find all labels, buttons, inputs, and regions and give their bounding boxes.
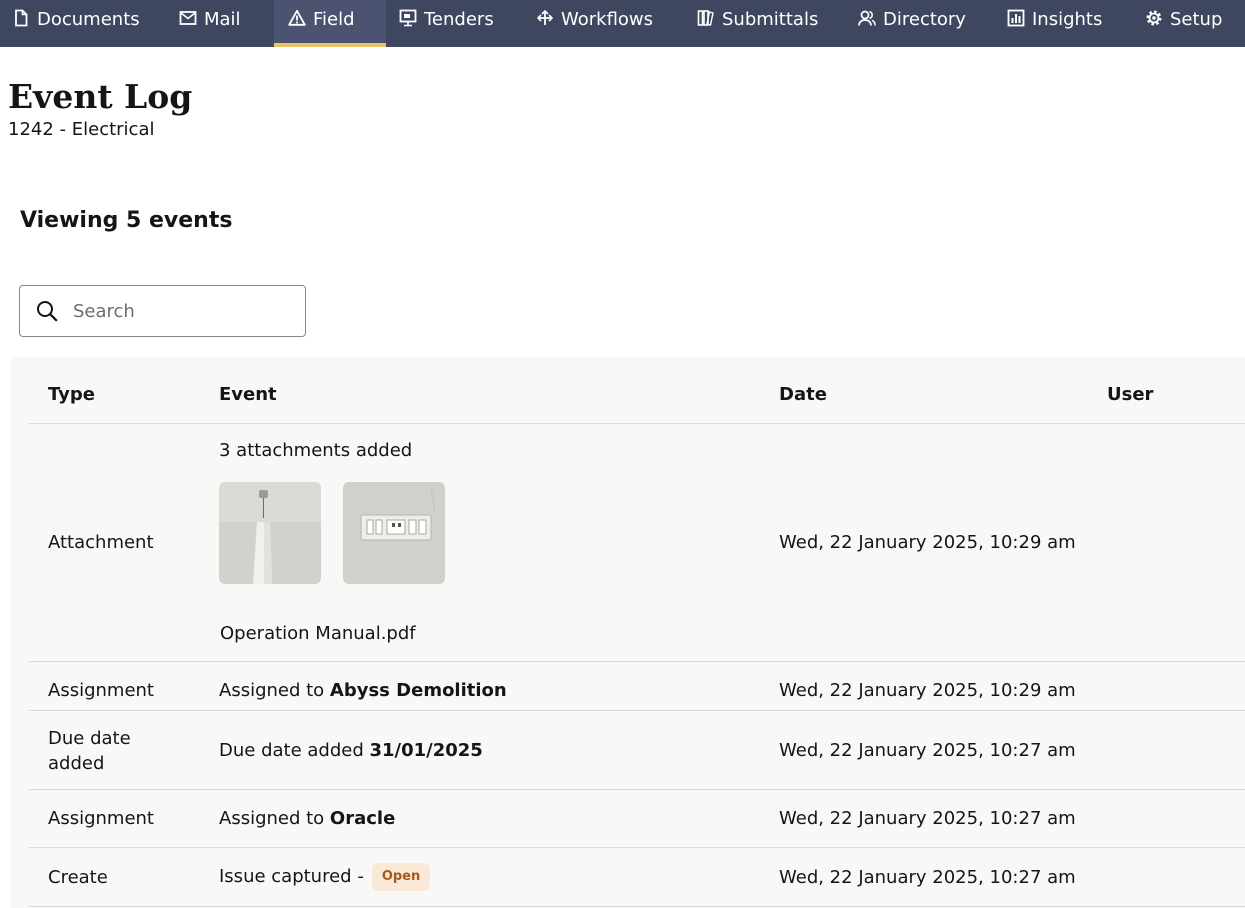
- event-assignee: Abyss Demolition: [329, 680, 507, 701]
- attachment-thumbnail-switch-plate[interactable]: [343, 482, 445, 584]
- row-event: Due date added 31/01/2025: [219, 739, 483, 763]
- page-subtitle: 1242 - Electrical: [8, 119, 155, 140]
- nav-directory[interactable]: Directory: [858, 0, 966, 47]
- row-event-text: 3 attachments added: [219, 440, 413, 461]
- nav-documents[interactable]: Documents: [12, 0, 140, 47]
- page-title: Event Log: [8, 77, 193, 116]
- event-prefix: Assigned to: [219, 680, 330, 701]
- nav-label: Mail: [204, 9, 241, 30]
- event-due-date: 31/01/2025: [369, 740, 483, 761]
- nav-submittals[interactable]: Submittals: [697, 0, 818, 47]
- column-header-date[interactable]: Date: [779, 383, 827, 407]
- row-type: Assignment: [48, 680, 154, 701]
- nav-insights[interactable]: Insights: [1007, 0, 1102, 47]
- attachment-thumbnail-pendant-light[interactable]: [219, 482, 321, 584]
- top-nav: Documents Mail Field Tenders Workflows S…: [0, 0, 1245, 47]
- divider: [29, 710, 1245, 711]
- row-event: Assigned to Abyss Demolition: [219, 679, 507, 703]
- nav-setup[interactable]: Setup: [1145, 0, 1222, 47]
- nav-label: Workflows: [561, 9, 654, 30]
- mail-icon: [179, 11, 197, 25]
- row-date: Wed, 22 January 2025, 10:27 am: [779, 867, 1076, 888]
- search-box[interactable]: [19, 285, 306, 337]
- nav-workflows[interactable]: Workflows: [536, 0, 653, 47]
- row-date: Wed, 22 January 2025, 10:29 am: [779, 532, 1076, 553]
- divider: [29, 661, 1245, 662]
- row-event: Assigned to Oracle: [219, 807, 395, 831]
- column-header-user[interactable]: User: [1107, 383, 1153, 407]
- workflows-icon: [536, 9, 554, 25]
- event-prefix: Issue captured -: [219, 866, 364, 887]
- row-event: Issue captured - Open: [219, 863, 431, 891]
- gear-icon: [1146, 10, 1162, 26]
- event-prefix: Due date added: [219, 740, 370, 761]
- row-date: Wed, 22 January 2025, 10:27 am: [779, 808, 1076, 829]
- pendant-light-image: [219, 482, 321, 584]
- divider: [29, 789, 1245, 790]
- nav-tenders[interactable]: Tenders: [399, 0, 494, 47]
- nav-mail[interactable]: Mail: [179, 0, 241, 47]
- people-icon: [858, 10, 876, 26]
- status-badge: Open: [371, 863, 431, 891]
- switch-plate-image: [343, 482, 445, 584]
- tenders-icon: [399, 9, 417, 27]
- column-header-type[interactable]: Type: [48, 383, 95, 407]
- row-type: Attachment: [48, 532, 154, 553]
- divider: [29, 423, 1245, 424]
- nav-label: Directory: [883, 9, 966, 30]
- submittals-icon: [697, 10, 714, 26]
- row-type: Create: [48, 867, 108, 888]
- nav-field[interactable]: Field: [274, 0, 386, 47]
- search-input[interactable]: [73, 300, 273, 322]
- document-icon: [15, 9, 28, 27]
- nav-label: Documents: [37, 9, 140, 30]
- chart-icon: [1007, 9, 1025, 27]
- attachment-file-link[interactable]: Operation Manual.pdf: [220, 622, 416, 646]
- event-count-heading: Viewing 5 events: [20, 208, 233, 233]
- warning-triangle-icon: [288, 9, 306, 26]
- divider: [29, 847, 1245, 848]
- nav-label: Insights: [1032, 9, 1103, 30]
- divider: [29, 906, 1245, 907]
- row-date: Wed, 22 January 2025, 10:29 am: [779, 680, 1076, 701]
- column-header-event[interactable]: Event: [219, 383, 277, 407]
- event-prefix: Assigned to: [219, 808, 330, 829]
- row-type: Due date added: [48, 728, 131, 774]
- row-date: Wed, 22 January 2025, 10:27 am: [779, 740, 1076, 761]
- event-assignee: Oracle: [329, 808, 396, 829]
- search-icon: [37, 301, 58, 322]
- nav-label: Setup: [1170, 9, 1223, 30]
- nav-label: Tenders: [424, 9, 494, 30]
- row-type: Assignment: [48, 808, 154, 829]
- nav-label: Field: [313, 9, 355, 30]
- nav-label: Submittals: [722, 9, 819, 30]
